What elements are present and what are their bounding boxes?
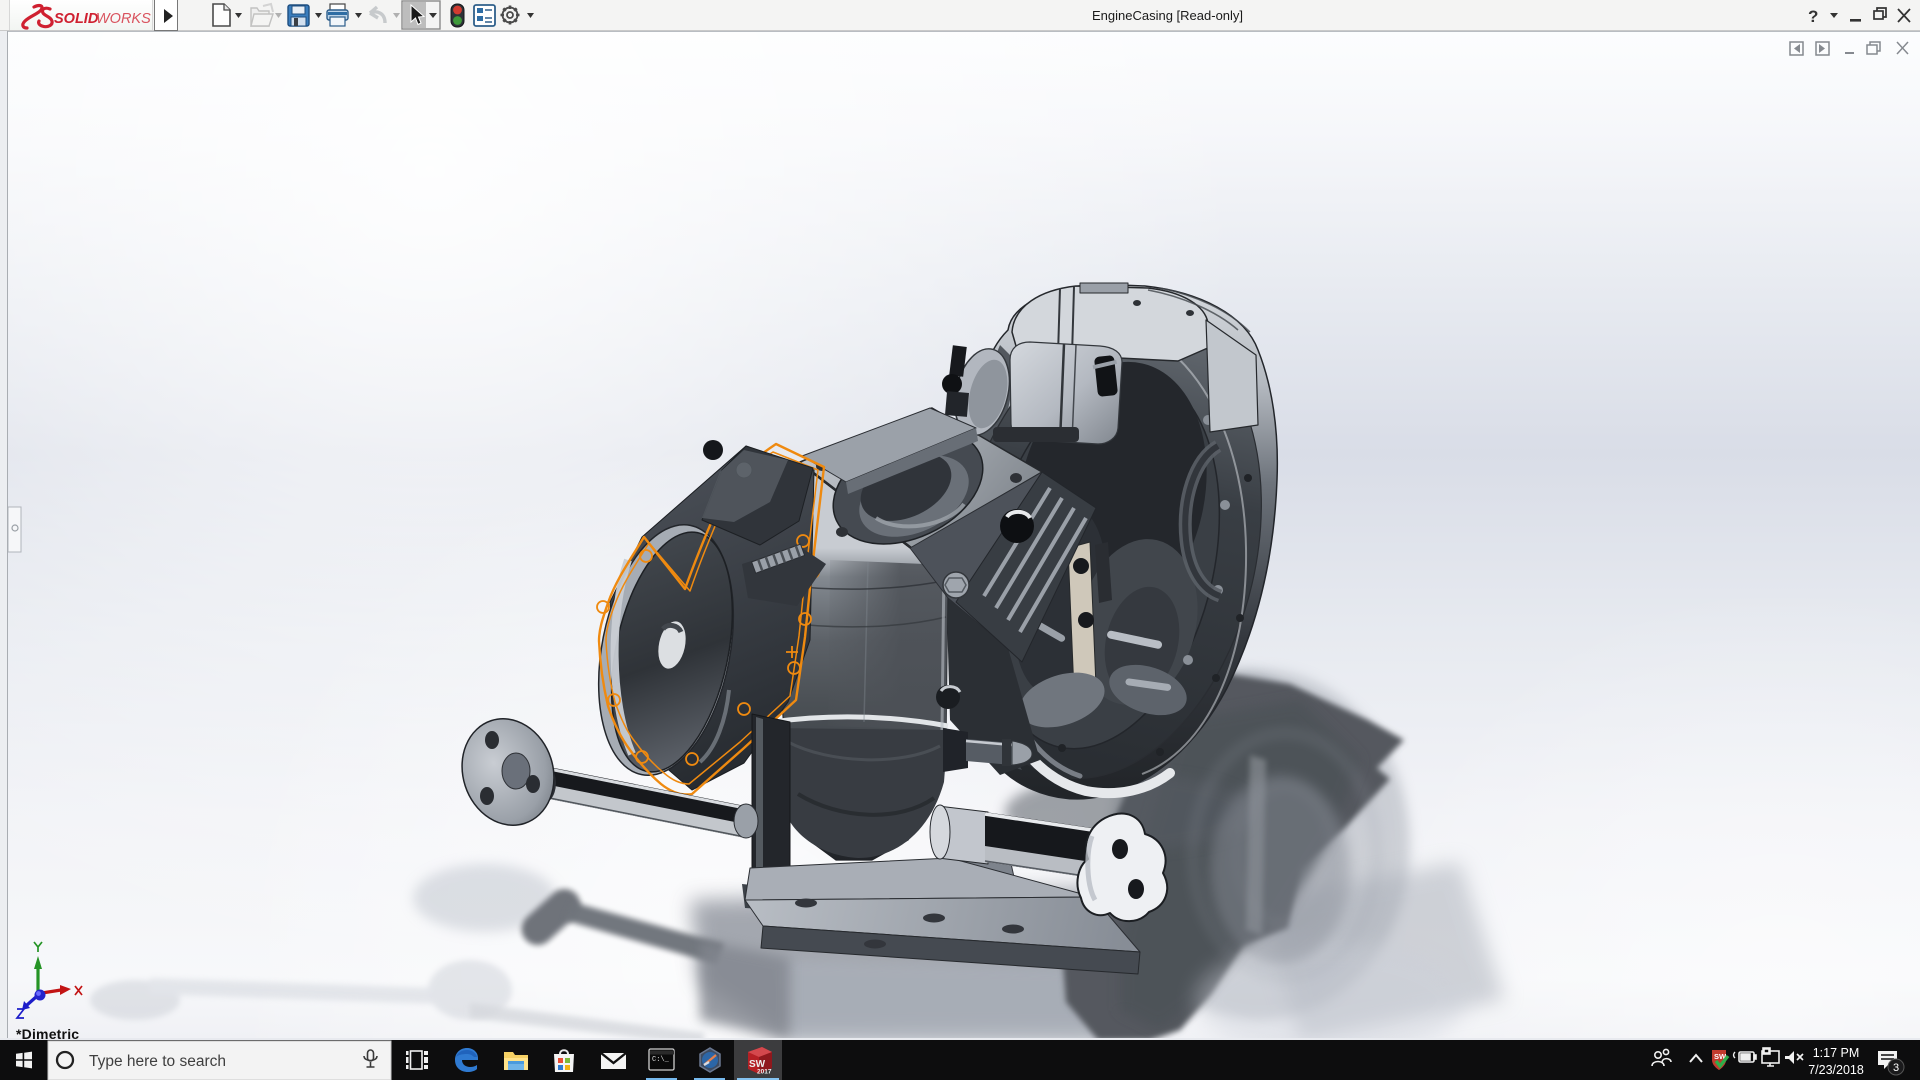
svg-text:SOLID: SOLID xyxy=(54,11,99,27)
svg-text:1:17 PM: 1:17 PM xyxy=(1813,1046,1860,1060)
svg-text:WORKS: WORKS xyxy=(96,11,151,27)
svg-text:Type here to search: Type here to search xyxy=(89,1053,226,1070)
svg-text:2017: 2017 xyxy=(757,1069,772,1076)
svg-text:?: ? xyxy=(1808,7,1818,26)
svg-text:7/23/2018: 7/23/2018 xyxy=(1808,1063,1864,1077)
svg-text:3: 3 xyxy=(1893,1062,1899,1074)
svg-text:C:\_: C:\_ xyxy=(652,1056,670,1064)
